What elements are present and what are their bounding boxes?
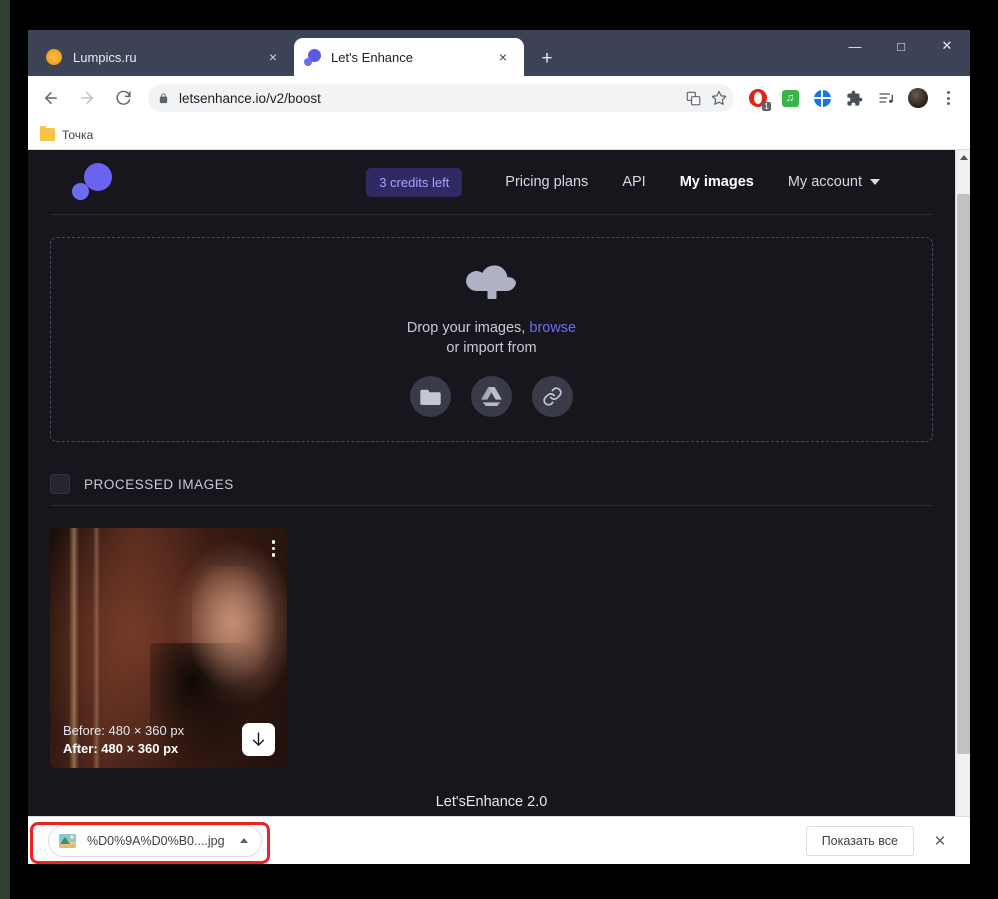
- desktop-edge-strip: [0, 0, 10, 899]
- tab-title: Let's Enhance: [331, 49, 413, 65]
- site-header: 3 credits left Pricing plans API My imag…: [28, 150, 955, 214]
- tab-title: Lumpics.ru: [73, 49, 137, 65]
- scrollbar-thumb[interactable]: [957, 194, 970, 754]
- dropzone-text: Drop your images,: [406, 319, 530, 336]
- extensions-tray: 1 ♫: [742, 84, 962, 112]
- import-buttons-row: [410, 375, 573, 417]
- download-item[interactable]: %D0%9A%D0%B0....jpg: [48, 824, 262, 857]
- download-arrow-icon[interactable]: [242, 723, 275, 756]
- download-shelf: %D0%9A%D0%B0....jpg Показать все ✕: [28, 816, 970, 864]
- processed-image-card[interactable]: Before: 480 × 360 px After: 480 × 360 px: [50, 528, 287, 768]
- image-dimensions: Before: 480 × 360 px After: 480 × 360 px: [63, 723, 184, 756]
- image-file-icon: [59, 833, 76, 848]
- folder-icon: [40, 126, 55, 141]
- my-account-label: My account: [787, 174, 862, 190]
- page-viewport: 3 credits left Pricing plans API My imag…: [28, 150, 970, 832]
- letsenhance-logo-icon: [304, 48, 321, 66]
- upload-dropzone[interactable]: Drop your images, browse or import from: [50, 237, 933, 442]
- bookmark-label: Точка: [62, 127, 94, 142]
- site-nav: 3 credits left Pricing plans API My imag…: [366, 167, 933, 197]
- address-bar[interactable]: letsenhance.io/v2/boost: [148, 84, 734, 112]
- browser-tab-lumpics[interactable]: Lumpics.ru ×: [36, 38, 294, 76]
- translate-icon[interactable]: [680, 85, 706, 111]
- letsenhance-page: 3 credits left Pricing plans API My imag…: [28, 150, 955, 832]
- processed-images-header: PROCESSED IMAGES: [50, 474, 933, 494]
- processed-images-title: PROCESSED IMAGES: [84, 476, 234, 492]
- puzzle-extensions-icon[interactable]: [840, 84, 868, 112]
- extension-badge-count: 1: [762, 102, 771, 111]
- reload-button[interactable]: [108, 83, 138, 113]
- close-window-button[interactable]: ✕: [924, 30, 970, 62]
- orange-circle-icon: [46, 48, 63, 66]
- select-all-checkbox[interactable]: [50, 474, 70, 494]
- letsenhance-logo[interactable]: [72, 161, 114, 203]
- header-divider: [50, 214, 933, 215]
- processed-images-grid: Before: 480 × 360 px After: 480 × 360 px: [50, 528, 933, 768]
- nav-link-pricing-plans[interactable]: Pricing plans: [505, 174, 588, 190]
- page-scrollbar[interactable]: [955, 150, 970, 832]
- after-size-label: After: 480 × 360 px: [63, 741, 179, 756]
- close-shelf-button[interactable]: ✕: [924, 825, 956, 857]
- lock-icon: [158, 92, 169, 105]
- tab-close-icon[interactable]: ×: [492, 46, 514, 68]
- maximize-button[interactable]: □: [878, 30, 924, 62]
- new-tab-button[interactable]: +: [534, 46, 560, 72]
- tab-strip: Lumpics.ru × Let's Enhance × + — □ ✕: [28, 30, 970, 76]
- dropzone-line-2: or import from: [446, 339, 537, 356]
- browser-tab-letsenhance[interactable]: Let's Enhance ×: [294, 38, 524, 76]
- profile-avatar-icon[interactable]: [904, 84, 932, 112]
- browse-link[interactable]: browse: [529, 320, 576, 336]
- download-shelf-actions: Показать все ✕: [805, 825, 956, 857]
- globe-extension-icon[interactable]: [808, 84, 836, 112]
- nav-link-my-images[interactable]: My images: [680, 174, 754, 190]
- chevron-down-icon: [870, 179, 880, 185]
- scroll-up-button[interactable]: [956, 150, 970, 165]
- browser-toolbar: letsenhance.io/v2/boost 1 ♫: [28, 76, 970, 120]
- dropzone-line-1: Drop your images, browse: [407, 320, 576, 336]
- google-drive-import-button[interactable]: [471, 375, 512, 417]
- bookmarks-bar: Точка: [28, 120, 970, 150]
- bookmark-item-tochka[interactable]: Точка: [40, 126, 94, 142]
- url-import-button[interactable]: [532, 375, 573, 417]
- nav-link-api[interactable]: API: [622, 174, 645, 190]
- caret-up-icon[interactable]: [237, 834, 251, 848]
- show-all-downloads-button[interactable]: Показать все: [805, 825, 914, 856]
- star-icon[interactable]: [706, 85, 732, 111]
- folder-import-button[interactable]: [410, 375, 451, 417]
- nav-link-my-account[interactable]: My account: [788, 174, 880, 190]
- image-subject-layer: [192, 566, 278, 692]
- url-text: letsenhance.io/v2/boost: [179, 90, 321, 106]
- back-button[interactable]: [36, 83, 66, 113]
- before-size-label: Before: 480 × 360 px: [63, 723, 185, 738]
- window-controls: — □ ✕: [832, 30, 970, 76]
- music-extension-icon[interactable]: ♫: [776, 84, 804, 112]
- section-divider: [50, 505, 933, 506]
- browser-window: Lumpics.ru × Let's Enhance × + — □ ✕ let…: [28, 30, 970, 864]
- forward-button[interactable]: [72, 83, 102, 113]
- download-file-name: %D0%9A%D0%B0....jpg: [87, 833, 225, 848]
- cloud-upload-icon: [465, 263, 518, 306]
- opera-vpn-icon[interactable]: 1: [744, 84, 772, 112]
- three-dot-menu-icon[interactable]: [934, 84, 962, 112]
- three-dot-menu-icon[interactable]: [271, 540, 275, 557]
- playlist-extension-icon[interactable]: [872, 84, 900, 112]
- minimize-button[interactable]: —: [832, 30, 878, 62]
- credits-badge[interactable]: 3 credits left: [366, 167, 463, 197]
- tab-close-icon[interactable]: ×: [262, 46, 284, 68]
